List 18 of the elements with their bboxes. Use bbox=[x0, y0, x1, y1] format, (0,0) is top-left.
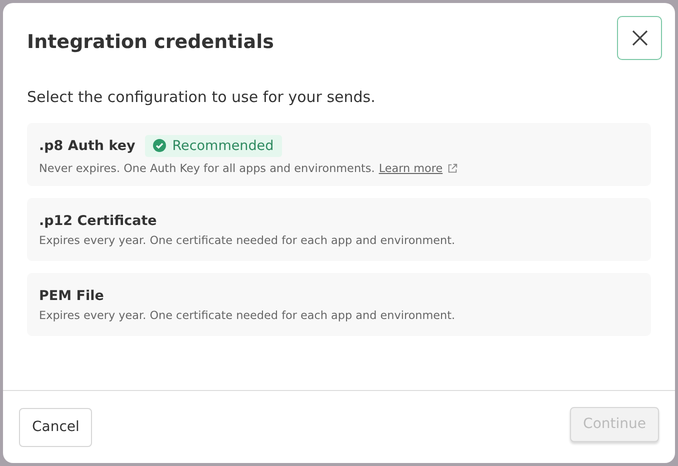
check-circle-icon bbox=[153, 139, 166, 152]
option-card[interactable]: PEM File Expires every year. One certificate needed for each app and environment. bbox=[27, 273, 651, 336]
external-link-icon bbox=[446, 162, 458, 174]
cancel-button[interactable]: Cancel bbox=[19, 408, 92, 446]
option-card[interactable]: .p12 Certificate Expires every year. One certificate needed for each app and environment. bbox=[27, 198, 651, 261]
close-icon bbox=[632, 30, 648, 46]
option-description: Never expires. One Auth Key for all apps and environments. bbox=[39, 162, 375, 174]
option-title: PEM File bbox=[39, 288, 104, 304]
dialog-title: Integration credentials bbox=[27, 31, 274, 53]
option-description: Expires every year. One certificate needed for each app and environment. bbox=[39, 308, 456, 322]
option-title: .p8 Auth key bbox=[39, 138, 136, 154]
option-description: Expires every year. One certificate needed for each app and environment. bbox=[39, 234, 456, 246]
option-card[interactable]: .p8 Auth key Recommended Never expires. One Auth Key for all apps and environments. Learn more bbox=[27, 123, 651, 186]
badge-label: Recommended bbox=[172, 138, 274, 154]
learn-more-link[interactable]: Learn more bbox=[378, 162, 443, 174]
option-title: .p12 Certificate bbox=[39, 212, 157, 228]
close-button[interactable] bbox=[617, 16, 662, 60]
dialog-subtitle: Select the configuration to use for your sends. bbox=[27, 88, 376, 106]
